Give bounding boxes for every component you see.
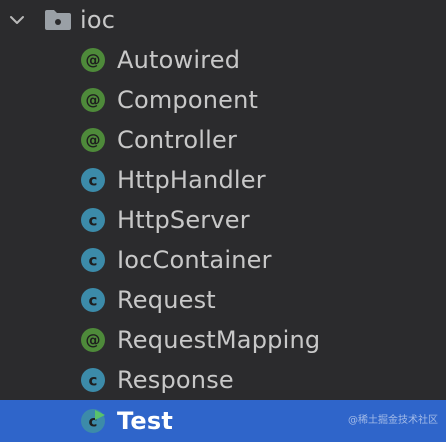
class-icon: c [81,368,105,392]
tree-item-label: Component [117,86,259,114]
tree-item-ioc-container[interactable]: c IocContainer [0,240,446,280]
tree-item-autowired[interactable]: @ Autowired [0,40,446,80]
tree-item-label: HttpHandler [117,166,266,194]
annotation-icon: @ [81,128,105,152]
class-icon: c [81,288,105,312]
tree-item-request[interactable]: c Request [0,280,446,320]
svg-text:@: @ [86,51,101,69]
svg-text:c: c [89,212,98,230]
tree-item-label: Test [117,407,174,435]
svg-text:@: @ [86,331,101,349]
tree-item-label: RequestMapping [117,326,321,354]
folder-label: ioc [80,6,116,34]
tree-item-test[interactable]: c Test @稀土掘金技术社区 [0,400,446,442]
watermark: @稀土掘金技术社区 [348,415,438,426]
tree-item-label: Request [117,286,216,314]
class-icon: c [81,248,105,272]
tree-item-http-handler[interactable]: c HttpHandler [0,160,446,200]
tree-item-request-mapping[interactable]: @ RequestMapping [0,320,446,360]
svg-text:c: c [89,172,98,190]
tree-item-component[interactable]: @ Component [0,80,446,120]
tree-item-controller[interactable]: @ Controller [0,120,446,160]
svg-text:@: @ [86,131,101,149]
svg-text:c: c [89,292,98,310]
svg-text:c: c [89,372,98,390]
tree-item-label: IocContainer [117,246,272,274]
chevron-down-icon[interactable] [8,11,26,29]
tree-item-label: Controller [117,126,238,154]
class-icon: c [81,208,105,232]
class-icon: c [81,168,105,192]
tree-item-http-server[interactable]: c HttpServer [0,200,446,240]
tree-folder-ioc[interactable]: ioc [0,0,446,40]
annotation-icon: @ [81,88,105,112]
tree-item-label: Response [117,366,234,394]
tree-item-response[interactable]: c Response [0,360,446,400]
tree-item-label: HttpServer [117,206,250,234]
runnable-class-icon: c [81,409,105,433]
tree-item-label: Autowired [117,46,241,74]
svg-text:@: @ [86,91,101,109]
package-folder-icon [45,10,71,30]
project-tree: ioc @ Autowired @ Component @ Controller c Http… [0,0,446,442]
svg-text:c: c [89,252,98,270]
annotation-icon: @ [81,48,105,72]
annotation-icon: @ [81,328,105,352]
